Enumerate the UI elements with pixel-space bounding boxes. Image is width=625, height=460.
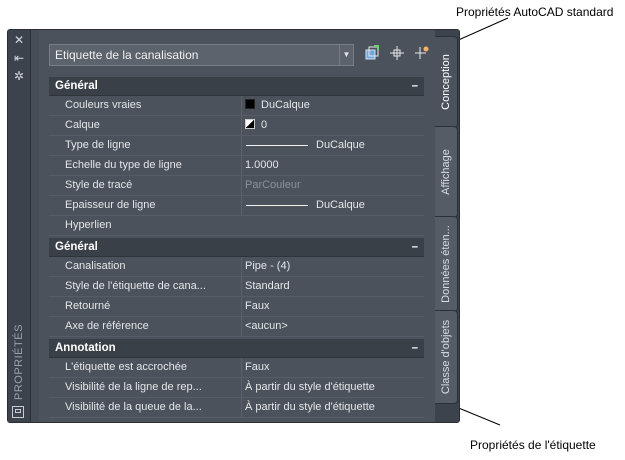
toggle-pickadd-icon[interactable] [413,45,431,63]
auto-hide-icon[interactable]: ⇤ [12,51,26,65]
property-row-hyperlink[interactable]: Hyperlien [49,216,424,236]
palette-title-strip: ✕ ⇤ ✲ PROPRIÉTÉS [8,30,31,422]
tab-label: Affichage [440,149,452,195]
quick-select-icon[interactable] [363,45,381,63]
tab-label: Données éten... [440,225,452,303]
palette-menu-icon[interactable] [12,406,24,418]
property-value: ParCouleur [241,176,424,195]
section-general-label[interactable]: Général – [49,238,424,257]
property-value[interactable]: 0 [241,116,424,135]
section-general-standard[interactable]: Général – [49,77,424,96]
section-title: Annotation [55,342,116,354]
property-name: Echelle du type de ligne [65,159,182,171]
property-name: Axe de référence [65,320,149,332]
settings-icon[interactable]: ✲ [12,69,26,83]
property-row-flipped[interactable]: Retourné Faux [49,297,424,317]
property-row-reference-alignment[interactable]: Axe de référence <aucun> [49,317,424,337]
property-name: Style de tracé [65,179,133,191]
property-name: Calque [65,119,100,131]
property-value[interactable]: À partir du style d'étiquette [241,378,424,397]
property-name: Couleurs vraies [65,99,142,111]
close-icon[interactable]: ✕ [12,33,26,47]
property-name: Canalisation [65,260,126,272]
property-value[interactable]: DuCalque [241,196,424,215]
property-name: L'étiquette est accrochée [65,361,187,373]
property-name: Visibilité de la ligne de rep... [65,381,202,393]
tab-label: Classe d'objets [440,319,452,395]
layer-swatch-icon [245,119,255,130]
property-row-linetype[interactable]: Type de ligne DuCalque [49,136,424,156]
property-row-true-color[interactable]: Couleurs vraies DuCalque [49,96,424,116]
property-value[interactable]: Standard [241,277,424,296]
section-title: Général [55,80,98,92]
property-name: Visibilité de la queue de la... [65,401,202,413]
callout-label-properties: Propriétés de l'étiquette [470,438,596,452]
property-value[interactable]: Pipe - (4) [241,257,424,276]
section-title: Général [55,241,98,253]
property-value[interactable]: DuCalque [241,136,424,155]
palette-tabs: Conception Affichage Données éten... Cla… [435,30,459,422]
property-value[interactable]: <aucun> [241,317,424,336]
tab-design[interactable]: Conception [435,36,458,128]
property-value-text: DuCalque [261,99,310,111]
property-value[interactable]: 1.0000 [241,156,424,175]
property-row-plot-style[interactable]: Style de tracé ParCouleur [49,176,424,196]
callout-standard-properties: Propriétés AutoCAD standard [456,5,614,19]
collapse-icon[interactable]: – [412,339,418,357]
dropdown-value: Etiquette de la canalisation [55,48,199,62]
chevron-down-icon[interactable]: ▼ [339,45,353,65]
property-row-leader-tail-visibility[interactable]: Visibilité de la queue de la... À partir… [49,398,424,418]
palette-title: PROPRIÉTÉS [13,324,25,400]
property-value-text: 0 [261,119,268,131]
tab-extended-data[interactable]: Données éten... [435,216,458,312]
object-type-dropdown[interactable]: Etiquette de la canalisation ▼ [49,44,354,66]
property-row-lineweight[interactable]: Epaisseur de ligne DuCalque [49,196,424,216]
properties-main: Etiquette de la canalisation ▼ Général –… [39,30,437,422]
property-value-text: DuCalque [316,139,365,151]
collapse-icon[interactable]: – [412,238,418,256]
property-name: Epaisseur de ligne [65,199,156,211]
property-row-label-dragged[interactable]: L'étiquette est accrochée Faux [49,358,424,378]
property-value[interactable]: Faux [241,358,424,377]
property-value[interactable]: DuCalque [241,96,424,115]
property-grid: Général – Couleurs vraies DuCalque Calqu… [49,77,424,418]
linetype-sample-icon [246,144,308,146]
collapse-icon[interactable]: – [412,77,418,95]
property-row-layer[interactable]: Calque 0 [49,116,424,136]
tab-label: Conception [440,54,452,110]
toolbar: Etiquette de la canalisation ▼ [49,42,449,68]
property-value-text: DuCalque [316,199,365,211]
property-name: Type de ligne [65,139,131,151]
color-swatch-icon [245,99,255,110]
select-objects-icon[interactable] [388,45,406,63]
property-row-pipe[interactable]: Canalisation Pipe - (4) [49,257,424,277]
tab-display[interactable]: Affichage [435,126,458,218]
property-row-label-style[interactable]: Style de l'étiquette de cana... Standard [49,277,424,297]
property-value[interactable]: À partir du style d'étiquette [241,398,424,417]
property-row-linetype-scale[interactable]: Echelle du type de ligne 1.0000 [49,156,424,176]
lineweight-sample-icon [246,204,308,206]
tab-object-class[interactable]: Classe d'objets [435,310,458,404]
property-name: Style de l'étiquette de cana... [65,280,206,292]
properties-palette: ✕ ⇤ ✲ PROPRIÉTÉS Etiquette de la canalis… [7,29,460,423]
property-name: Hyperlien [65,219,112,231]
property-name: Retourné [65,300,111,312]
property-value[interactable]: Faux [241,297,424,316]
section-annotation[interactable]: Annotation – [49,339,424,358]
property-row-leader-visibility[interactable]: Visibilité de la ligne de rep... À parti… [49,378,424,398]
